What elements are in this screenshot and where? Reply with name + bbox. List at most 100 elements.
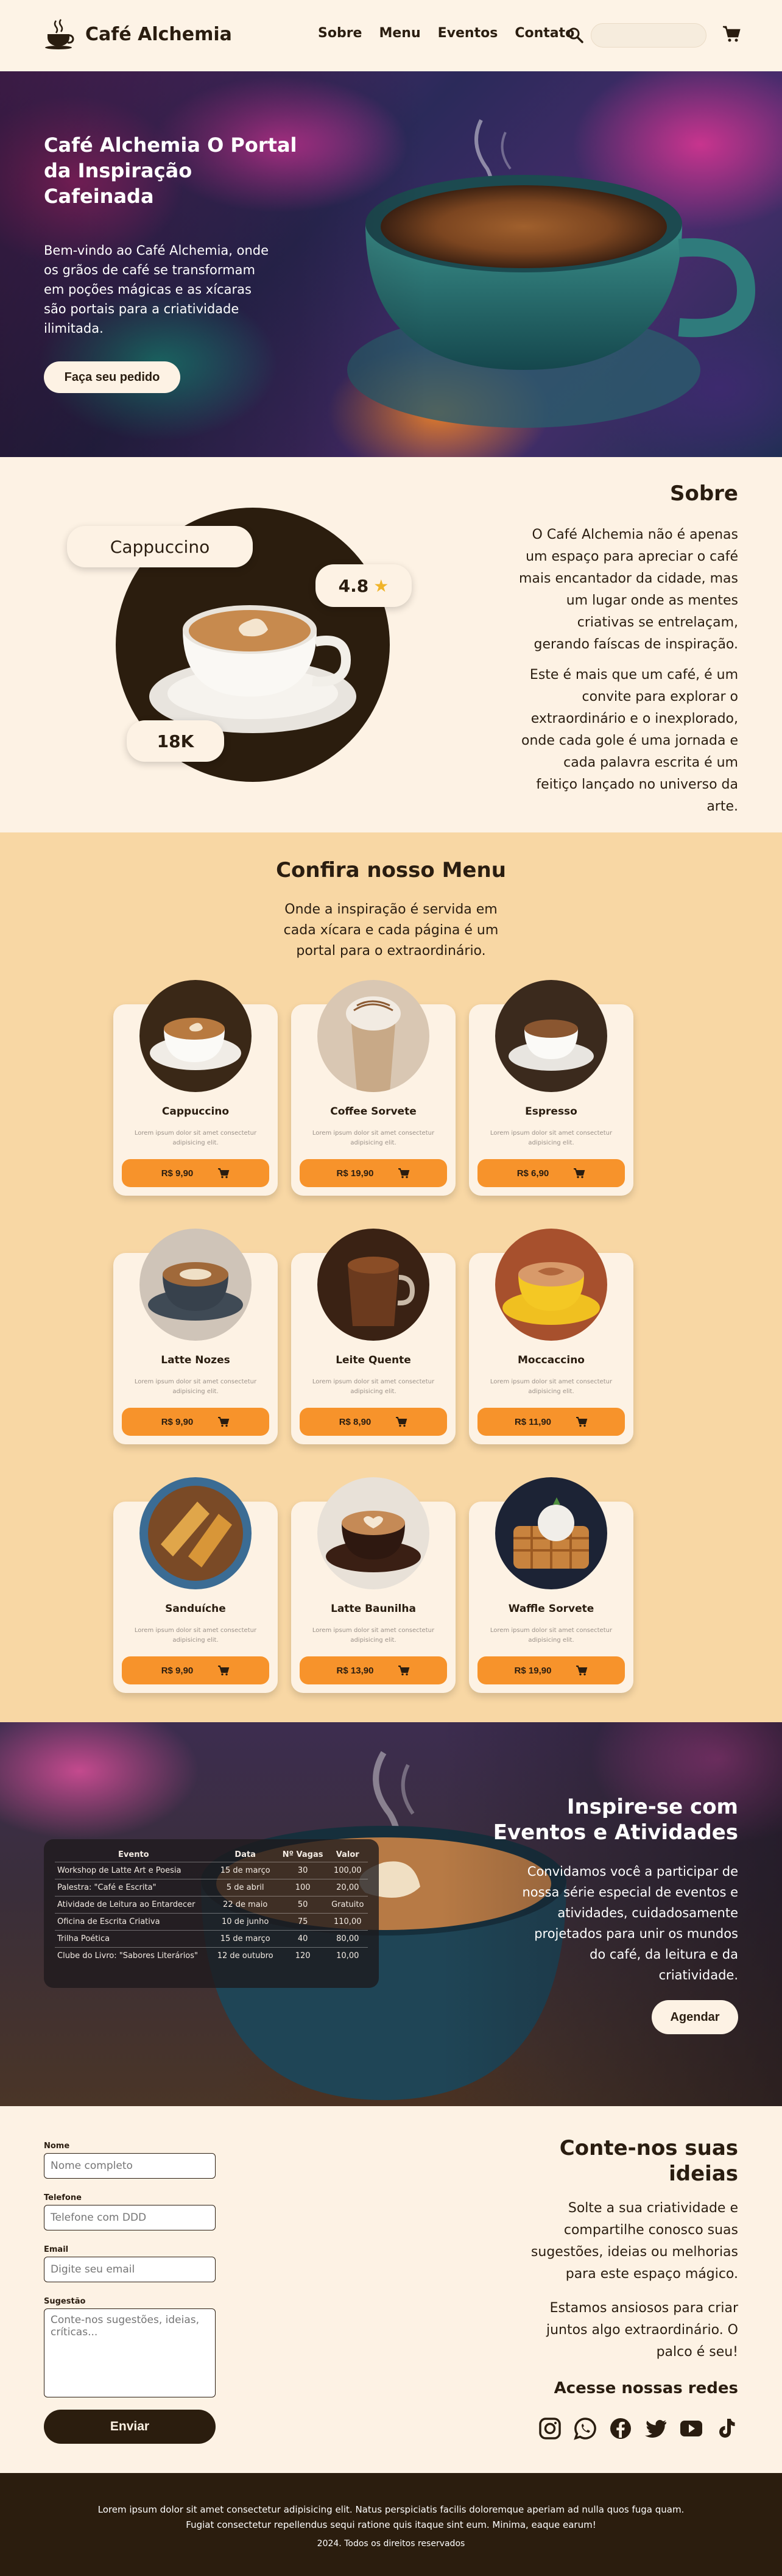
cart-icon[interactable] [722, 24, 741, 44]
add-to-cart-button[interactable]: R$ 19,90 [300, 1159, 447, 1187]
menu-card: Leite Quente Lorem ipsum dolor sit amet … [291, 1229, 456, 1444]
event-name: Oficina de Escrita Criativa [55, 1913, 213, 1931]
event-slots: 120 [278, 1947, 328, 1964]
menu-card: Espresso Lorem ipsum dolor sit amet cons… [469, 980, 633, 1196]
product-name: Waffle Sorvete [508, 1603, 594, 1615]
table-row: Clube do Livro: "Sabores Literários" 12 … [55, 1947, 368, 1964]
order-button[interactable]: Faça seu pedido [44, 361, 180, 393]
about-paragraph-1: O Café Alchemia não é apenas um espaço p… [519, 527, 739, 652]
about-paragraph-2: Este é mais que um café, é um convite pa… [521, 667, 738, 814]
menu-card: Coffee Sorvete Lorem ipsum dolor sit ame… [291, 980, 456, 1196]
search-input[interactable] [591, 23, 706, 48]
cart-icon [218, 1417, 230, 1427]
hero-text: Bem-vindo ao Café Alchemia, onde os grão… [44, 243, 269, 336]
footer-text: Lorem ipsum dolor sit amet consectetur a… [97, 2504, 685, 2530]
add-to-cart-button[interactable]: R$ 13,90 [300, 1656, 447, 1684]
submit-button[interactable]: Enviar [44, 2410, 216, 2444]
main-nav: Sobre Menu Eventos Contato [318, 26, 574, 41]
hero-section: Café Alchemia O Portal da Inspiração Caf… [0, 71, 782, 457]
contact-form: Nome Telefone Email Sugestão Enviar [44, 2141, 216, 2444]
latte-nozes-photo [139, 1229, 252, 1341]
facebook-icon[interactable] [609, 2417, 632, 2440]
event-date: 15 de março [212, 1930, 278, 1948]
product-price: R$ 9,90 [161, 1416, 194, 1427]
menu-card: Sanduíche Lorem ipsum dolor sit amet con… [113, 1477, 278, 1693]
cart-icon [218, 1168, 230, 1179]
menu-subtitle: Onde a inspiração é servida em cada xíca… [283, 902, 499, 959]
product-description: Lorem ipsum dolor sit amet consectetur a… [490, 1130, 613, 1146]
event-price: 20,00 [327, 1879, 368, 1897]
search-bar [566, 22, 706, 49]
event-slots: 75 [278, 1913, 328, 1931]
event-price: 80,00 [327, 1930, 368, 1948]
moccaccino-photo [495, 1229, 607, 1341]
product-description: Lorem ipsum dolor sit amet consectetur a… [134, 1378, 257, 1395]
social-links [538, 2417, 738, 2440]
column-header: Nº Vagas [282, 1850, 323, 1859]
event-name: Workshop de Latte Art e Poesia [55, 1862, 213, 1879]
event-slots: 100 [278, 1879, 328, 1897]
whatsapp-icon[interactable] [574, 2417, 597, 2440]
nav-eventos[interactable]: Eventos [438, 26, 498, 41]
youtube-icon[interactable] [680, 2417, 703, 2440]
cart-icon [576, 1417, 588, 1427]
product-name: Cappuccino [161, 1105, 230, 1118]
contact-paragraph-2: Estamos ansiosos para criar juntos algo … [546, 2301, 738, 2360]
menu-card: Latte Nozes Lorem ipsum dolor sit amet c… [113, 1229, 278, 1444]
rating-value: 4.8 [338, 575, 369, 596]
product-name: Espresso [525, 1105, 577, 1118]
espresso-photo [495, 980, 607, 1092]
product-price: R$ 6,90 [516, 1168, 549, 1179]
event-date: 15 de março [212, 1862, 278, 1879]
twitter-icon[interactable] [644, 2417, 668, 2440]
nav-contato[interactable]: Contato [515, 26, 574, 41]
coffee-sorvete-photo [317, 980, 429, 1092]
cart-icon [574, 1168, 585, 1179]
menu-title: Confira nosso Menu [276, 858, 506, 882]
product-name: Moccaccino [518, 1354, 585, 1366]
add-to-cart-button[interactable]: R$ 11,90 [477, 1408, 625, 1436]
add-to-cart-button[interactable]: R$ 9,90 [122, 1408, 269, 1436]
product-name: Latte Baunilha [331, 1603, 416, 1615]
suggestion-label: Sugestão [44, 2297, 86, 2306]
table-row: Oficina de Escrita Criativa 10 de junho … [55, 1913, 368, 1931]
event-name: Trilha Poética [55, 1930, 213, 1948]
instagram-icon[interactable] [538, 2417, 562, 2440]
product-description: Lorem ipsum dolor sit amet consectetur a… [134, 1130, 257, 1146]
badge-product-name: Cappuccino [67, 526, 253, 567]
footer-copyright: 2024. Todos os direitos reservados [317, 2539, 465, 2549]
add-to-cart-button[interactable]: R$ 6,90 [477, 1159, 625, 1187]
schedule-button[interactable]: Agendar [652, 2000, 738, 2034]
badge-rating: 4.8 ★ [315, 564, 412, 607]
product-name: Coffee Sorvete [330, 1105, 417, 1118]
menu-card: Waffle Sorvete Lorem ipsum dolor sit ame… [469, 1477, 633, 1693]
contact-section: Nome Telefone Email Sugestão Enviar Cont… [0, 2106, 782, 2473]
about-title: Sobre [669, 481, 738, 506]
product-price: R$ 9,90 [161, 1665, 194, 1676]
events-text: Convidamos você a participar de nossa sé… [522, 1864, 739, 1982]
add-to-cart-button[interactable]: R$ 9,90 [122, 1159, 269, 1187]
product-price: R$ 11,90 [514, 1416, 552, 1427]
add-to-cart-button[interactable]: R$ 8,90 [300, 1408, 447, 1436]
add-to-cart-button[interactable]: R$ 19,90 [477, 1656, 625, 1684]
site-footer: Lorem ipsum dolor sit amet consectetur a… [0, 2473, 782, 2576]
nav-menu[interactable]: Menu [379, 26, 420, 41]
phone-field[interactable] [44, 2205, 216, 2230]
site-header: Café Alchemia Sobre Menu Eventos Contato [0, 0, 782, 71]
email-field[interactable] [44, 2257, 216, 2282]
add-to-cart-button[interactable]: R$ 9,90 [122, 1656, 269, 1684]
nav-sobre[interactable]: Sobre [318, 26, 362, 41]
event-date: 12 de outubro [212, 1947, 278, 1964]
logo[interactable]: Café Alchemia [43, 17, 232, 51]
suggestion-field[interactable] [44, 2308, 216, 2397]
name-field[interactable] [44, 2153, 216, 2179]
search-icon[interactable] [566, 26, 585, 44]
product-description: Lorem ipsum dolor sit amet consectetur a… [134, 1627, 257, 1644]
menu-section: Confira nosso Menu Onde a inspiração é s… [0, 832, 782, 1722]
tiktok-icon[interactable] [715, 2417, 738, 2440]
event-date: 22 de maio [212, 1896, 278, 1914]
event-date: 10 de junho [212, 1913, 278, 1931]
event-name: Clube do Livro: "Sabores Literários" [55, 1947, 213, 1964]
table-row: Workshop de Latte Art e Poesia 15 de mar… [55, 1862, 368, 1879]
cart-icon [218, 1666, 230, 1676]
